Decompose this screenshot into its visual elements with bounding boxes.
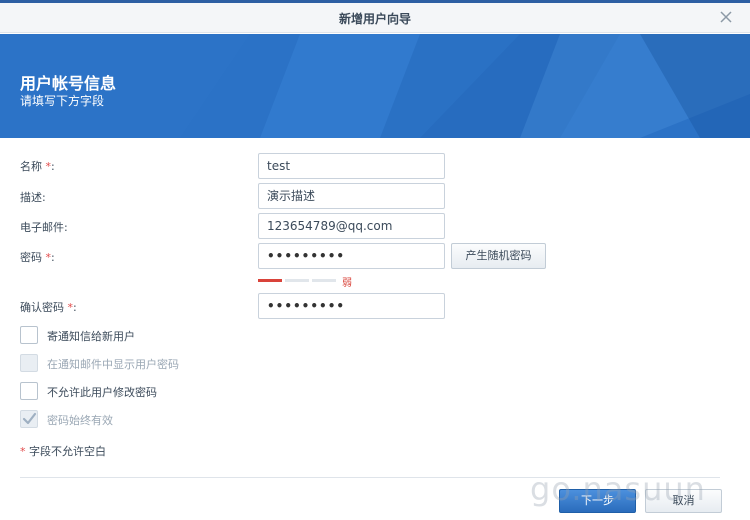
password-never-expires-label: 密码始终有效 xyxy=(47,414,113,427)
send-notification-checkbox[interactable] xyxy=(20,326,38,344)
cancel-button[interactable]: 取消 xyxy=(645,489,722,513)
dialog-title: 新增用户向导 xyxy=(338,12,411,26)
password-label: 密码 *: xyxy=(20,251,55,264)
banner-subtitle: 请填写下方字段 xyxy=(20,94,105,108)
required-note: * 字段不允许空白 xyxy=(20,445,106,458)
email-label: 电子邮件: xyxy=(20,221,68,234)
password-never-expires-checkbox[interactable] xyxy=(20,410,38,428)
confirm-password-input[interactable]: ••••••••• xyxy=(258,293,445,319)
name-label: 名称 *: xyxy=(20,160,55,173)
strength-segment xyxy=(258,279,282,282)
name-input[interactable]: test xyxy=(258,153,445,179)
strength-segment xyxy=(312,279,336,282)
dialog-titlebar: 新增用户向导 xyxy=(0,3,750,33)
description-label: 描述: xyxy=(20,191,46,204)
footer-divider xyxy=(20,477,720,478)
email-input[interactable]: 123654789@qq.com xyxy=(258,213,445,239)
close-icon[interactable] xyxy=(718,9,734,25)
strength-segment xyxy=(285,279,309,282)
password-strength-label: 弱 xyxy=(342,278,352,289)
show-password-in-email-label: 在通知邮件中显示用户密码 xyxy=(47,358,179,371)
disallow-password-change-label: 不允许此用户修改密码 xyxy=(47,386,157,399)
generate-password-button[interactable]: 产生随机密码 xyxy=(451,243,546,269)
password-input[interactable]: ••••••••• xyxy=(258,243,445,269)
show-password-in-email-checkbox[interactable] xyxy=(20,354,38,372)
send-notification-label: 寄通知信给新用户 xyxy=(47,330,135,343)
disallow-password-change-checkbox[interactable] xyxy=(20,382,38,400)
header-banner: 用户帐号信息 请填写下方字段 xyxy=(0,34,750,138)
checkmark-icon xyxy=(22,412,37,425)
next-button[interactable]: 下一步 xyxy=(559,489,636,513)
confirm-password-label: 确认密码 *: xyxy=(20,301,77,314)
banner-title: 用户帐号信息 xyxy=(20,74,117,93)
required-mark: * xyxy=(20,445,26,458)
description-input[interactable]: 演示描述 xyxy=(258,183,445,209)
